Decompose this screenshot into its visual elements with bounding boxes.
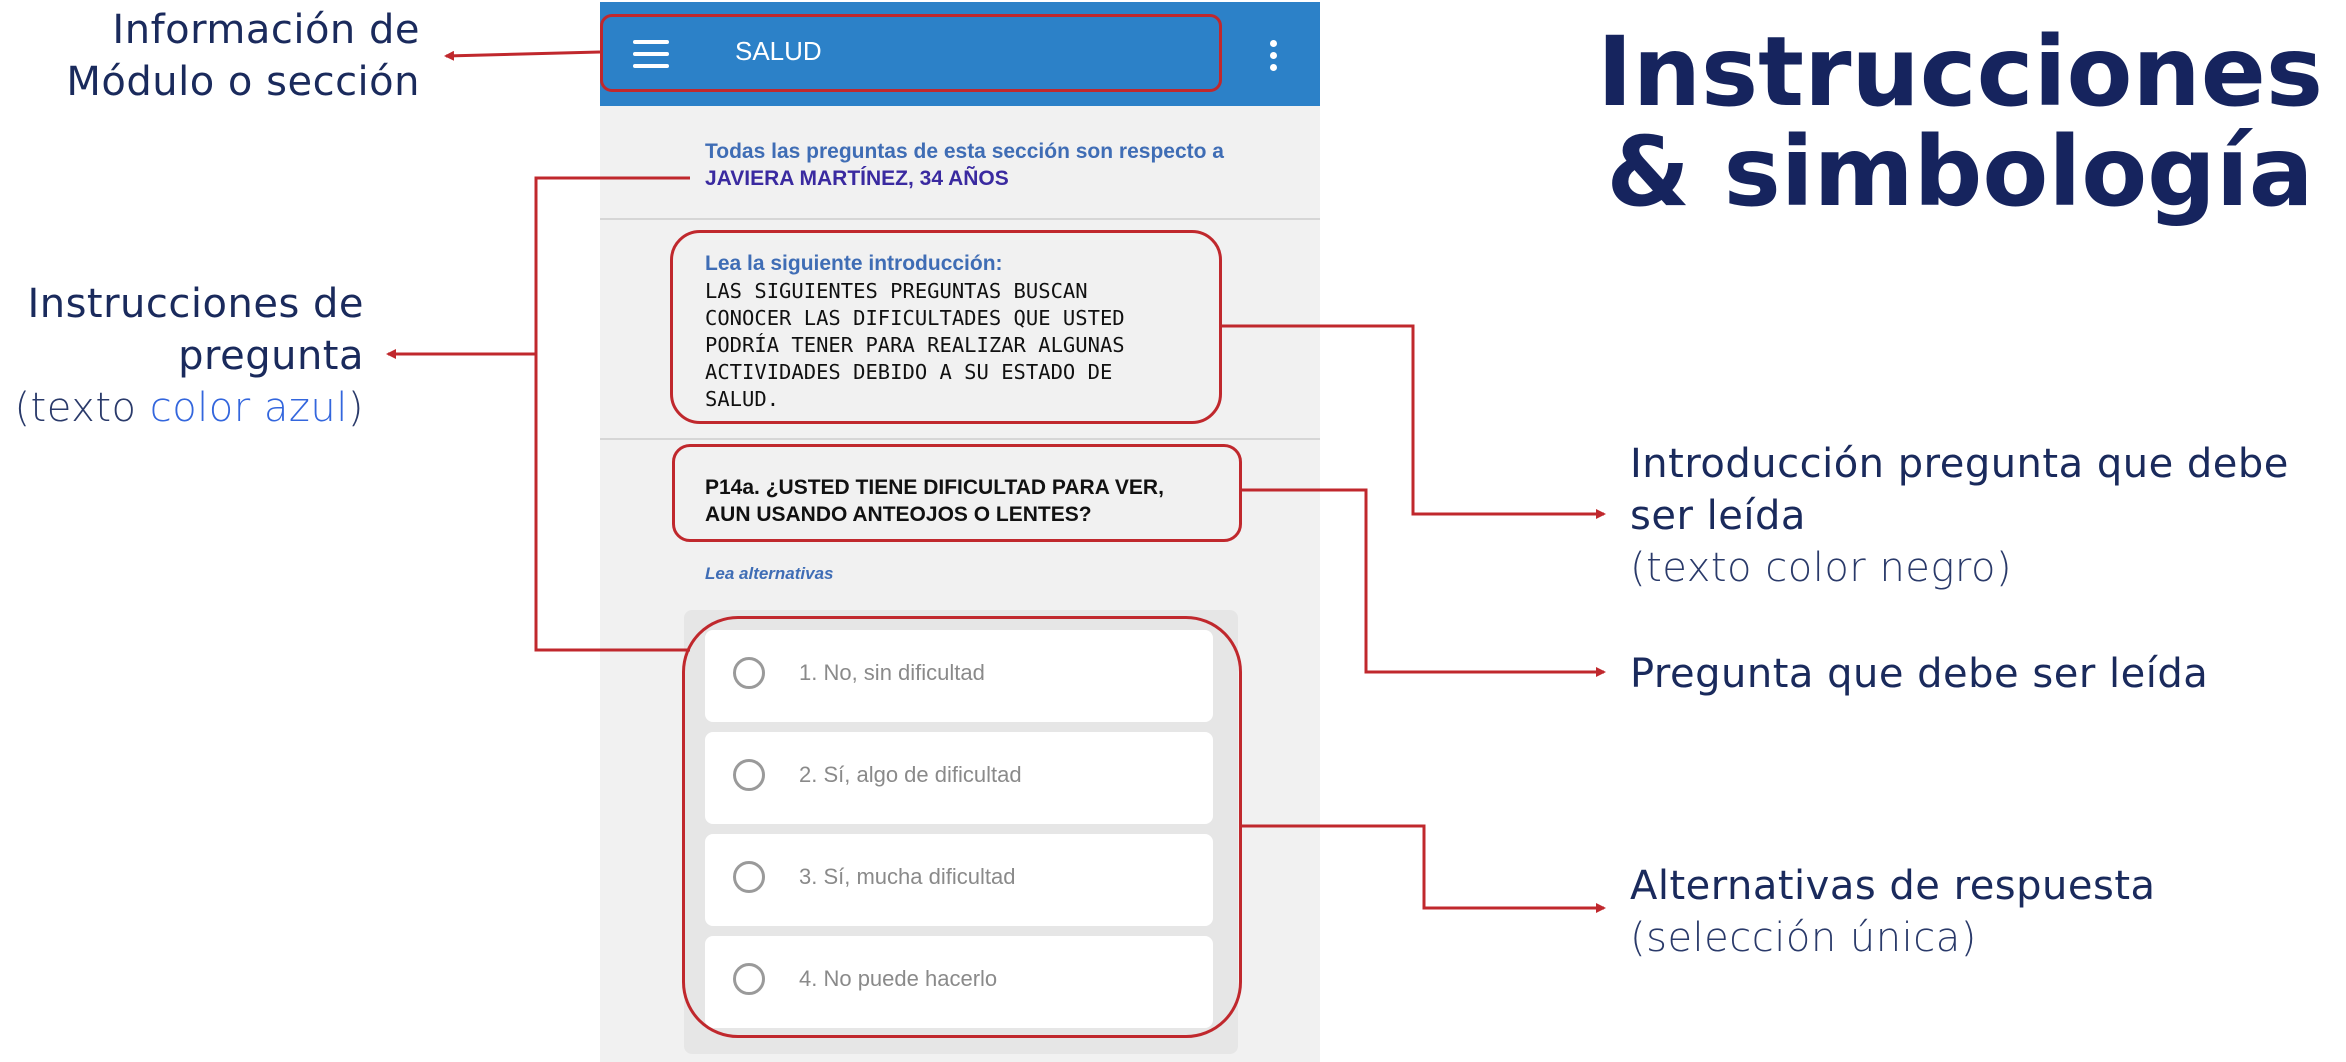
arrow-alternatives [1242, 824, 1606, 913]
arrow-module [444, 50, 601, 61]
connector-lines [386, 50, 1606, 913]
arrow-question [1242, 488, 1606, 677]
bracket-instructions [534, 176, 690, 652]
arrow-intro [1222, 324, 1606, 519]
